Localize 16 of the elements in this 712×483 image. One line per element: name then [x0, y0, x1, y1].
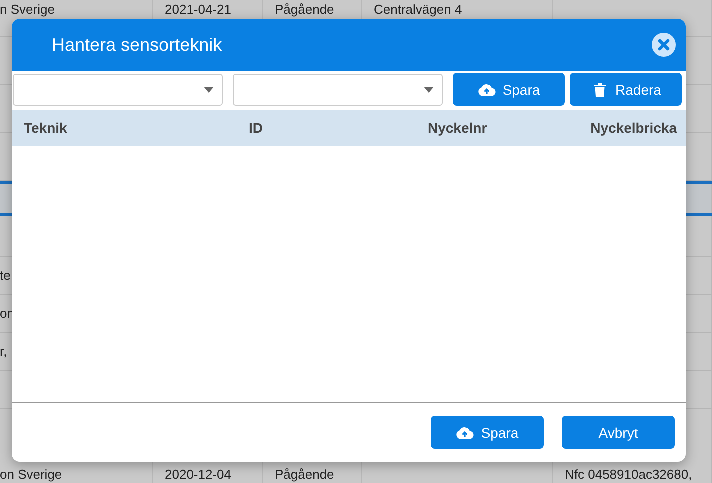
- dialog-title: Hantera sensorteknik: [52, 34, 224, 56]
- cloud-upload-icon: [456, 426, 474, 440]
- column-header: Nyckelbricka: [590, 120, 677, 136]
- close-icon[interactable]: [652, 33, 676, 57]
- delete-button[interactable]: Radera: [570, 73, 682, 106]
- cloud-upload-icon: [478, 82, 496, 96]
- caret-icon: [424, 86, 434, 92]
- save-button[interactable]: Spara: [453, 73, 565, 106]
- column-header: Teknik: [24, 120, 68, 136]
- column-header: Nyckelnr: [428, 120, 488, 136]
- column-header: ID: [249, 120, 263, 136]
- save-button[interactable]: Spara: [431, 416, 544, 449]
- dropdown-field[interactable]: [13, 74, 223, 106]
- caret-icon: [204, 86, 214, 92]
- dropdown-field[interactable]: [233, 74, 443, 106]
- cancel-button[interactable]: Avbryt: [562, 416, 675, 449]
